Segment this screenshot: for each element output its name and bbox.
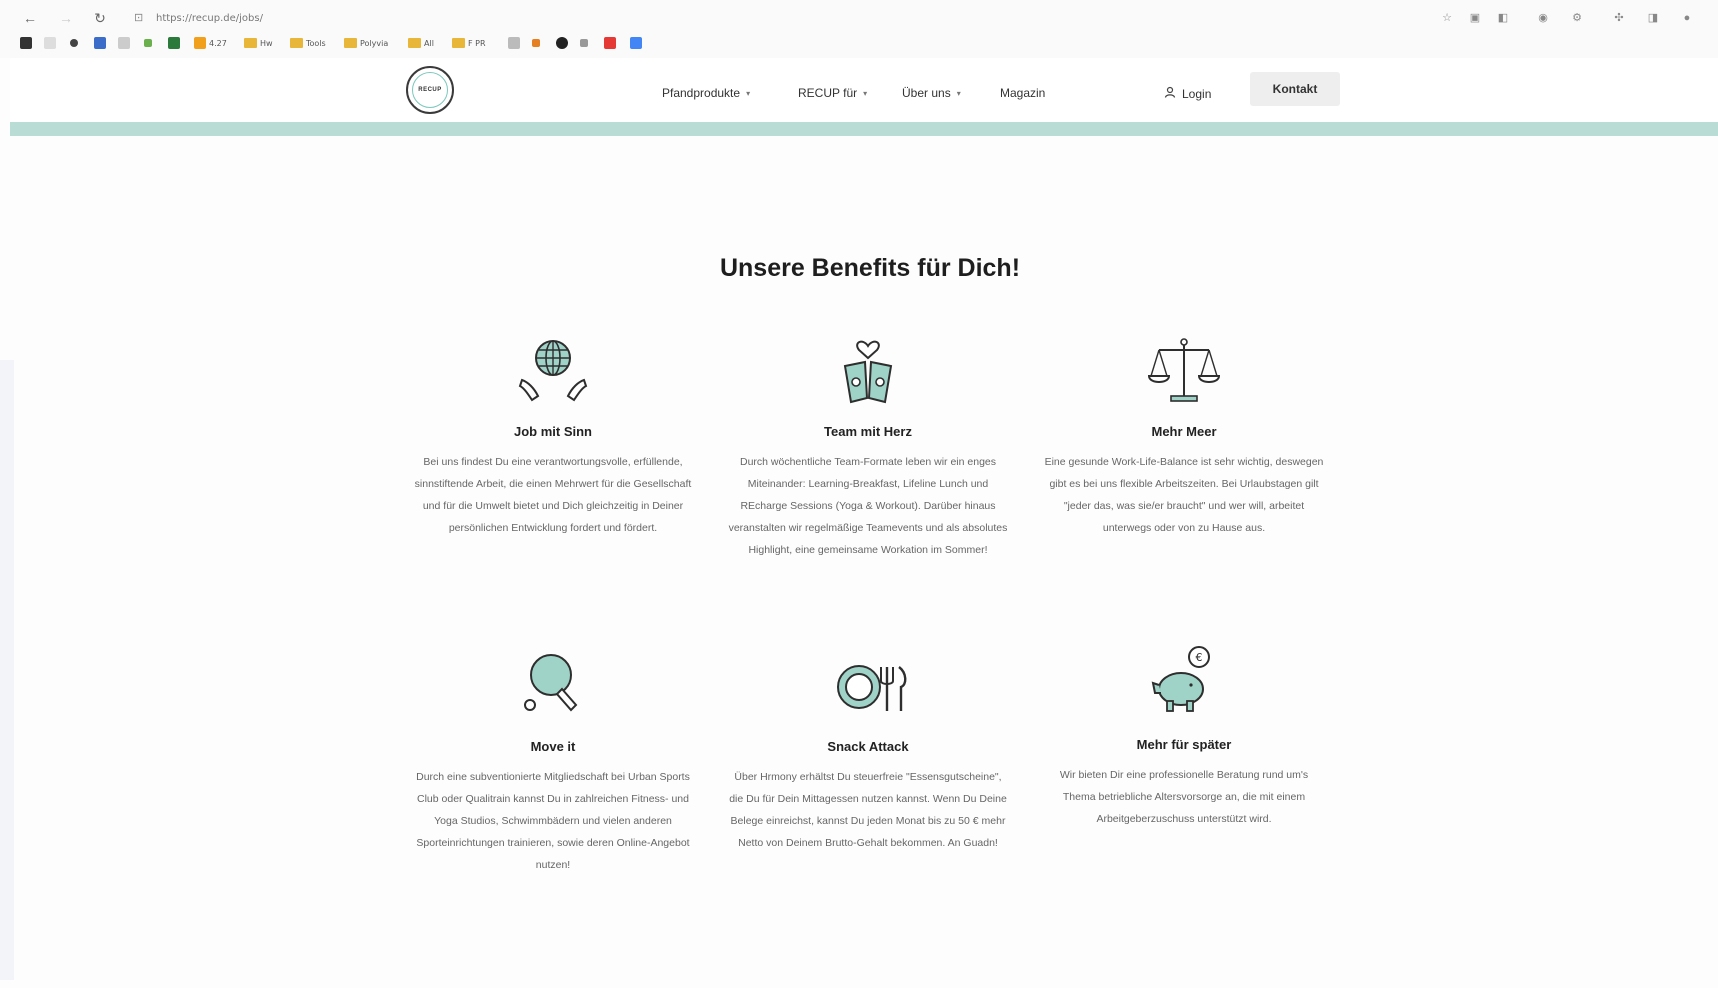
chevron-down-icon: ▾ [863, 88, 868, 98]
benefit-card: Job mit Sinn Bei uns findest Du eine ver… [408, 330, 698, 539]
bookmark-folder[interactable]: Hw [244, 36, 273, 50]
nav-item-pfandprodukte[interactable]: Pfandprodukte ▾ [662, 86, 750, 100]
ping-pong-icon [508, 645, 598, 725]
folder-icon [344, 38, 357, 48]
plate-cutlery-icon [823, 645, 913, 725]
folder-icon [408, 38, 421, 48]
benefit-description: Durch wöchentliche Team-Formate leben wi… [728, 456, 1008, 556]
benefit-title: Move it [530, 739, 576, 754]
chevron-down-icon: ▾ [956, 88, 961, 98]
nav-item-ueber-uns[interactable]: Über uns ▾ [902, 86, 961, 100]
bookmark-icon[interactable] [20, 36, 32, 50]
benefit-title: Team mit Herz [824, 424, 912, 439]
bookmark-icon[interactable] [94, 36, 106, 50]
svg-text:€: € [1196, 651, 1203, 664]
reload-icon[interactable]: ↻ [92, 10, 108, 26]
bookmark-icon[interactable] [70, 36, 78, 50]
benefit-description: Eine gesunde Work-Life-Balance ist sehr … [1044, 456, 1324, 534]
benefit-description: Wir bieten Dir eine professionelle Berat… [1059, 769, 1309, 825]
folder-icon [452, 38, 465, 48]
lock-icon: ⊡ [134, 12, 144, 24]
benefit-card: Move it Durch eine subventionierte Mitgl… [408, 645, 698, 876]
address-bar-row: ← → ↻ ⊡ https://recup.de/jobs/ ☆ ▣ ◧ ◉ ⚙… [0, 6, 1718, 30]
puzzle-icon[interactable]: ✣ [1612, 11, 1626, 25]
site-header: RECUP Pfandprodukte ▾ RECUP für ▾ Über uns… [10, 58, 1718, 122]
bookmark-icon[interactable] [630, 36, 642, 50]
forward-arrow-icon[interactable]: → [58, 10, 74, 26]
folder-icon [244, 38, 257, 48]
bookmark-star-icon[interactable]: ☆ [1440, 11, 1454, 25]
benefit-title: Snack Attack [827, 739, 909, 754]
accent-bar [10, 122, 1718, 136]
extension-icon[interactable]: ◉ [1536, 11, 1550, 25]
logo-text: RECUP [418, 87, 442, 93]
bookmarks-bar: 4.27 Hw Tools Polyvia All F PR [0, 34, 1718, 52]
benefit-title: Mehr für später [1136, 737, 1232, 752]
benefit-card: Snack Attack Über Hrmony erhältst Du ste… [723, 645, 1013, 854]
bookmark-icon[interactable] [532, 36, 540, 50]
page-edge [0, 360, 14, 980]
folder-icon [290, 38, 303, 48]
login-link[interactable]: Login [1164, 86, 1211, 101]
contact-button[interactable]: Kontakt [1250, 72, 1340, 106]
benefit-description: Über Hrmony erhältst Du steuerfreie "Ess… [729, 771, 1007, 849]
benefit-card: € Mehr für später Wir bieten Dir eine pr… [1039, 643, 1329, 830]
benefit-card: Mehr Meer Eine gesunde Work-Life-Balance… [1039, 330, 1329, 539]
bookmark-icon[interactable] [168, 36, 180, 50]
sidepanel-icon[interactable]: ◨ [1646, 11, 1660, 25]
bookmark-icon[interactable] [580, 36, 588, 50]
extension-icon[interactable]: ⚙ [1570, 11, 1584, 25]
nav-item-recup-fuer[interactable]: RECUP für ▾ [798, 86, 867, 100]
extension-icon[interactable]: ▣ [1468, 11, 1482, 25]
scale-icon [1139, 330, 1229, 410]
globe-hands-icon [508, 330, 598, 410]
bookmark-icon[interactable] [604, 36, 616, 50]
logo-inner-ring: RECUP [412, 72, 448, 108]
bookmark-folder[interactable]: Polyvia [344, 36, 388, 50]
bookmark-folder[interactable]: Tools [290, 36, 326, 50]
browser-chrome: ← → ↻ ⊡ https://recup.de/jobs/ ☆ ▣ ◧ ◉ ⚙… [0, 0, 1718, 58]
bookmark-icon[interactable] [118, 36, 130, 50]
extension-icon[interactable]: ◧ [1496, 11, 1510, 25]
user-icon [1164, 86, 1176, 101]
bookmark-icon[interactable] [144, 36, 152, 50]
nav-item-magazin[interactable]: Magazin [1000, 86, 1045, 100]
bookmark-folder[interactable]: F PR [452, 36, 486, 50]
bookmark-icon[interactable] [508, 36, 520, 50]
bookmark-icon[interactable] [44, 36, 56, 50]
bookmark-item[interactable]: 4.27 [194, 36, 227, 50]
back-arrow-icon[interactable]: ← [22, 10, 38, 26]
cups-heart-icon [823, 330, 913, 410]
chevron-down-icon: ▾ [746, 88, 751, 98]
benefit-title: Mehr Meer [1151, 424, 1217, 439]
bookmark-folder[interactable]: All [408, 36, 434, 50]
bookmark-icon[interactable] [556, 36, 568, 50]
address-input[interactable]: https://recup.de/jobs/ [156, 13, 263, 24]
benefit-description: Bei uns findest Du eine verantwortungsvo… [414, 456, 692, 534]
piggy-bank-icon: € [1139, 643, 1229, 723]
benefit-card: Team mit Herz Durch wöchentliche Team-Fo… [723, 330, 1013, 561]
benefit-title: Job mit Sinn [514, 424, 592, 439]
page-title: Unsere Benefits für Dich! [719, 254, 1021, 282]
benefit-description: Durch eine subventionierte Mitgliedschaf… [416, 771, 690, 871]
recup-logo[interactable]: RECUP [406, 66, 454, 114]
profile-avatar-icon[interactable]: ● [1680, 11, 1694, 25]
